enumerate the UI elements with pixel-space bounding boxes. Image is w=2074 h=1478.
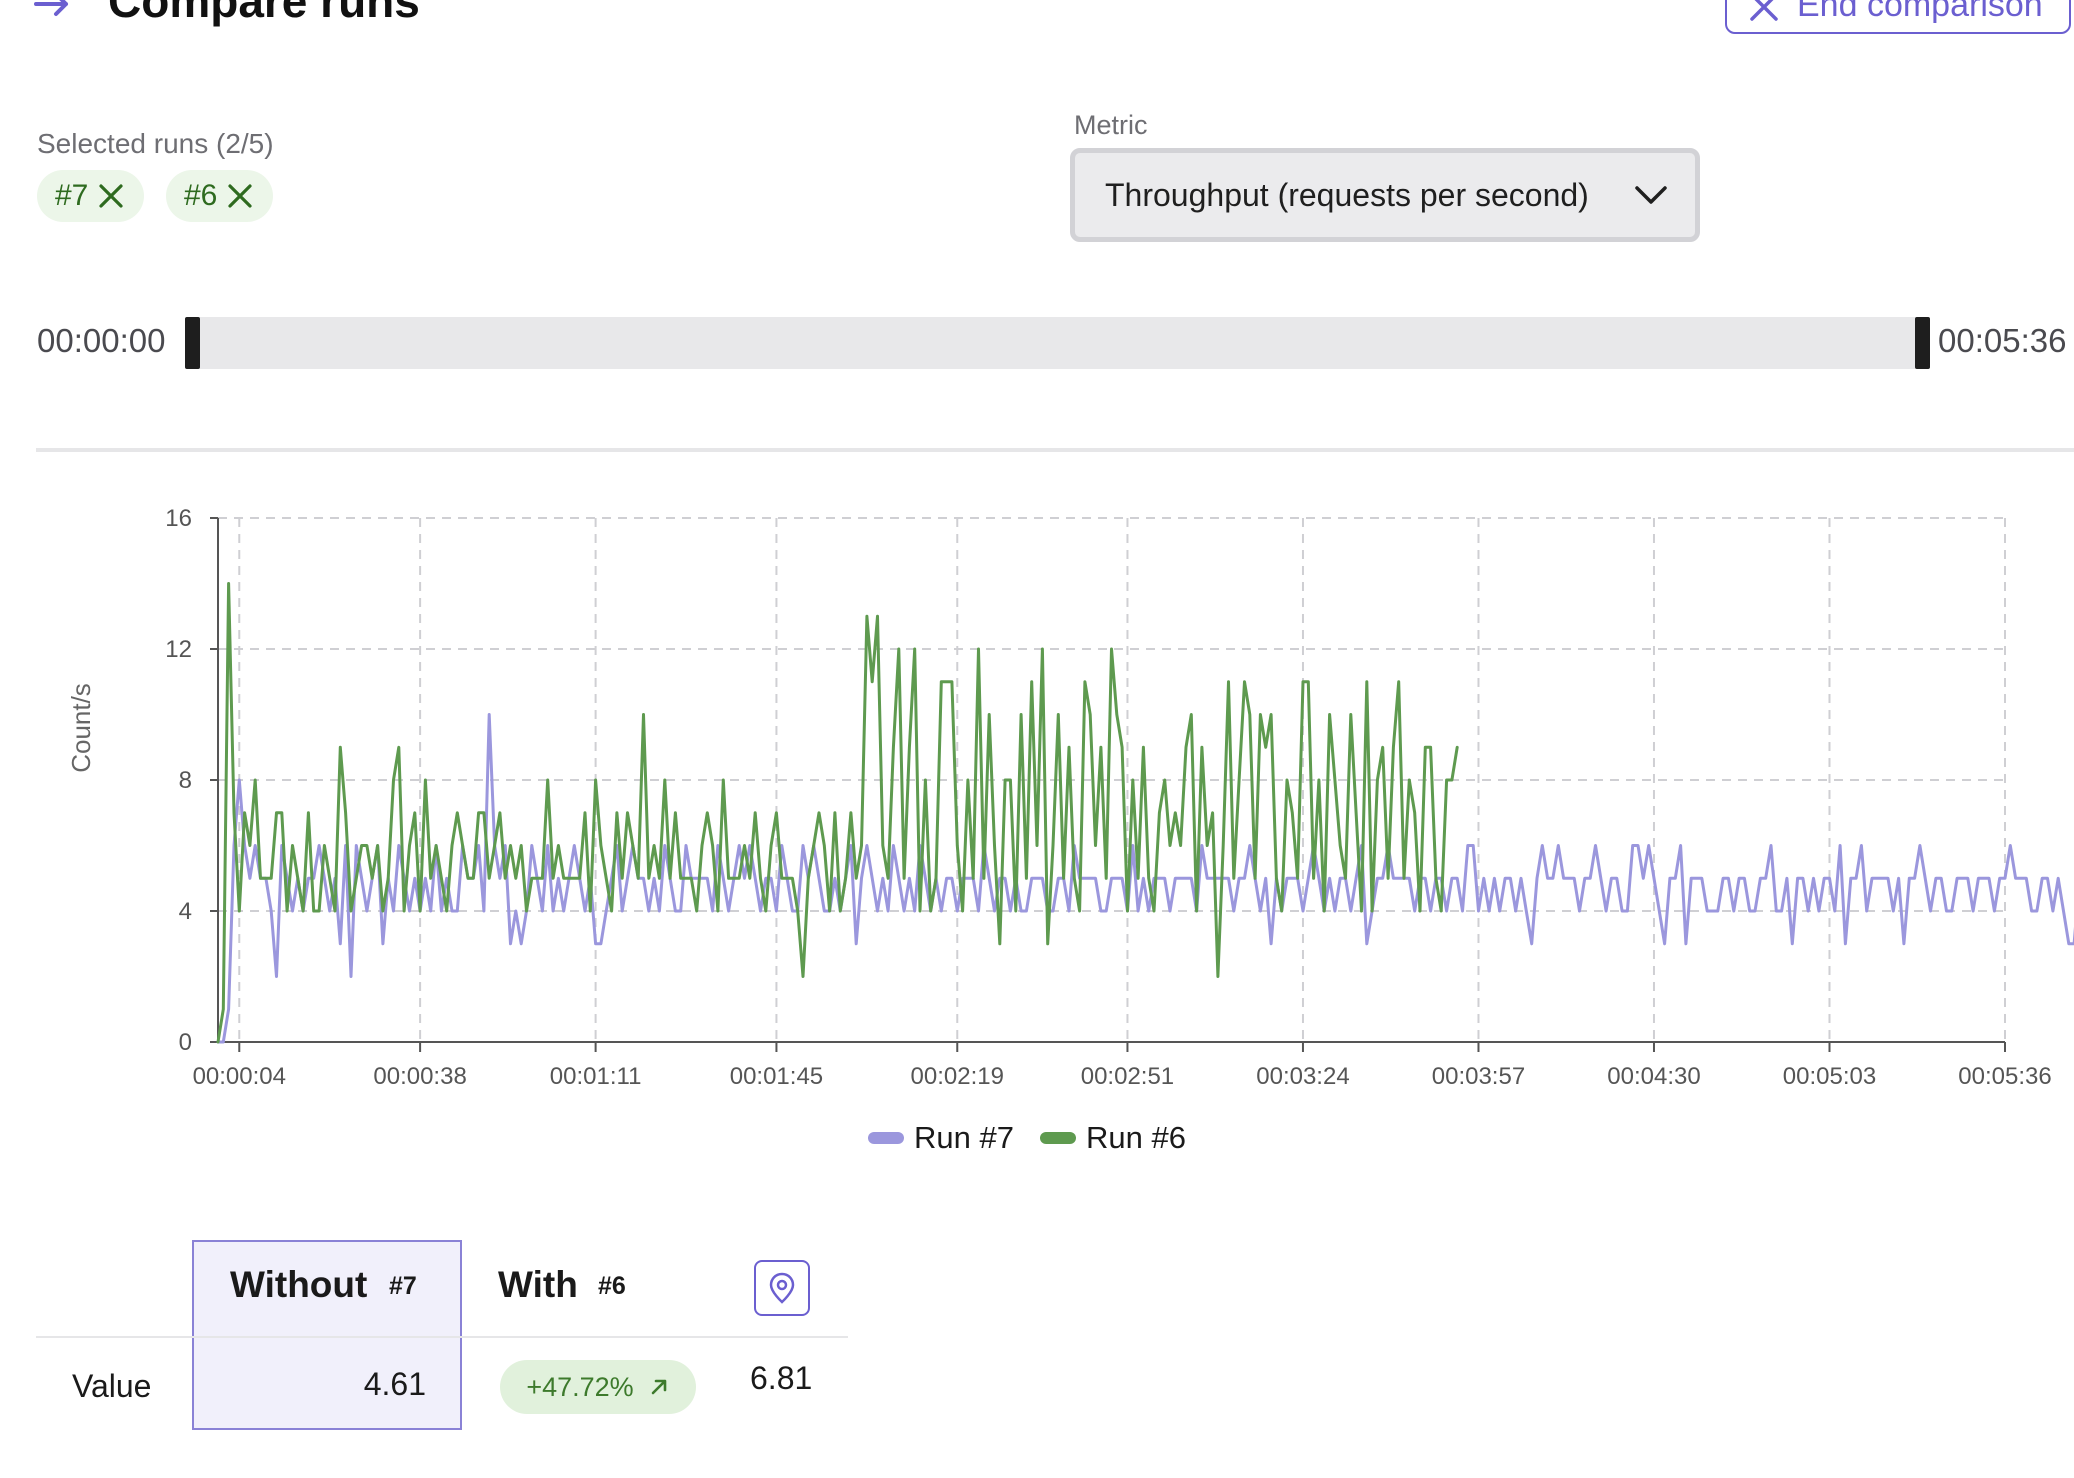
time-range-track[interactable] [188,317,1922,369]
series-line-run-7 [216,713,2074,1044]
x-tick-label: 00:02:19 [911,1063,1004,1090]
x-tick-label: 00:04:30 [1607,1063,1700,1090]
legend-swatch-run7 [868,1132,904,1144]
arrow-up-right-icon [651,1379,666,1395]
x-tick-label: 00:01:11 [550,1063,642,1090]
legend-item-run6[interactable]: Run #6 [1039,1120,1186,1156]
remove-icon[interactable] [98,183,124,209]
with-run-id: #6 [598,1272,626,1300]
legend-item-run7[interactable]: Run #7 [868,1120,1014,1156]
x-tick-label: 00:02:51 [1081,1063,1174,1090]
page-title: Compare runs [108,0,420,27]
legend-swatch-run6 [1039,1132,1076,1144]
metric-label: Metric [1074,110,1148,140]
delta-value: +47.72% [526,1371,634,1402]
close-icon [1750,0,1778,21]
pin-location-button[interactable] [754,1260,810,1316]
range-start-time: 00:00:00 [37,322,166,359]
y-tick-label: 16 [165,505,192,532]
x-tick-label: 00:05:36 [1958,1063,2051,1090]
x-tick-label: 00:00:04 [193,1063,286,1090]
legend-label-run7: Run #7 [914,1120,1014,1155]
run-chip-6[interactable]: #6 [166,170,274,222]
end-comparison-button[interactable]: End comparison [1725,0,2071,34]
divider [36,448,2074,452]
end-comparison-label: End comparison [1797,0,2043,24]
chevron-down-icon [1635,186,1667,204]
run-chip-label: #7 [55,179,89,212]
run-chip-7[interactable]: #7 [37,170,145,222]
without-header: Without [230,1264,368,1305]
value-row-label: Value [72,1368,152,1404]
run-chip-label: #6 [184,179,218,212]
without-run-id: #7 [389,1272,417,1300]
with-value: 6.81 [750,1360,813,1396]
range-start-handle[interactable] [185,317,200,369]
chart-legend: Run #7 Run #6 [868,1120,1186,1156]
throughput-chart: 0 4 8 12 16 00:00:04 00:00:38 00:01:11 00:01:45 0… [66,505,2074,1090]
x-tick-label: 00:00:38 [373,1063,466,1090]
metric-select-value: Throughput (requests per second) [1105,176,1589,213]
with-header: With [498,1264,578,1305]
selected-runs-label: Selected runs (2/5) [37,128,274,159]
range-end-time: 00:05:36 [1938,322,2067,359]
table-divider [36,1336,848,1338]
x-tick-label: 00:01:45 [730,1063,823,1090]
without-value: 4.61 [363,1366,426,1402]
series-line-run-6 [216,582,1459,1044]
y-tick-label: 4 [179,898,192,925]
back-arrow-icon[interactable] [32,0,72,22]
range-end-handle[interactable] [1915,317,1930,369]
y-axis-label: Count/s [66,683,96,773]
map-pin-icon [769,1272,795,1304]
x-tick-label: 00:03:24 [1256,1063,1349,1090]
x-tick-label: 00:03:57 [1432,1063,1525,1090]
y-tick-label: 12 [165,636,192,663]
x-tick-label: 00:05:03 [1783,1063,1876,1090]
remove-icon[interactable] [227,183,253,209]
y-tick-label: 8 [179,767,192,794]
legend-label-run6: Run #6 [1085,1120,1186,1155]
delta-badge: +47.72% [500,1360,696,1414]
metric-select[interactable]: Throughput (requests per second) [1070,148,1700,242]
y-tick-label: 0 [179,1029,192,1056]
